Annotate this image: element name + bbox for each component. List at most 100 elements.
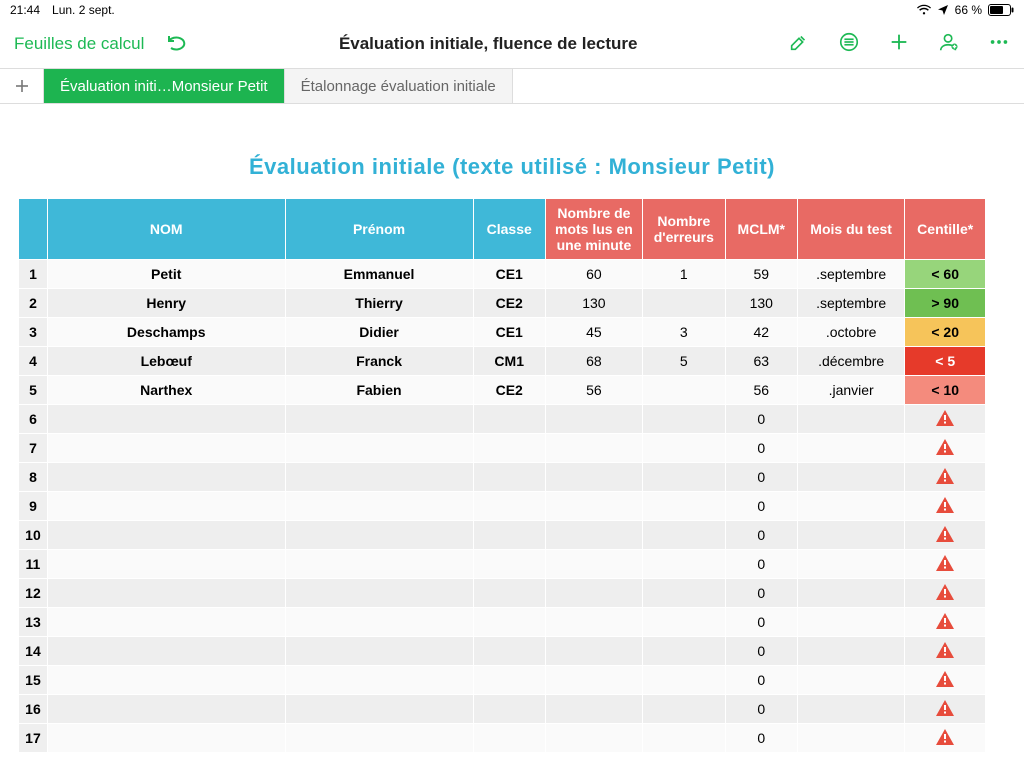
cell-mclm[interactable]: 0: [725, 666, 797, 695]
col-prenom[interactable]: Prénom: [285, 199, 473, 260]
cell-nom[interactable]: [47, 695, 285, 724]
cell-mots[interactable]: [545, 724, 642, 753]
tab-evaluation-initiale[interactable]: Évaluation initi…Monsieur Petit: [44, 69, 285, 103]
cell-err[interactable]: [642, 405, 725, 434]
cell-classe[interactable]: [473, 724, 545, 753]
cell-classe[interactable]: [473, 695, 545, 724]
cell-classe[interactable]: [473, 405, 545, 434]
cell-prenom[interactable]: [285, 463, 473, 492]
cell-mots[interactable]: 45: [545, 318, 642, 347]
cell-centille[interactable]: [905, 637, 986, 666]
row-index[interactable]: 14: [19, 637, 48, 666]
cell-prenom[interactable]: [285, 637, 473, 666]
cell-mois[interactable]: [797, 405, 904, 434]
cell-err[interactable]: [642, 492, 725, 521]
row-index[interactable]: 9: [19, 492, 48, 521]
row-index[interactable]: 15: [19, 666, 48, 695]
row-index[interactable]: 5: [19, 376, 48, 405]
cell-nom[interactable]: [47, 434, 285, 463]
cell-mois[interactable]: [797, 666, 904, 695]
cell-centille[interactable]: < 5: [905, 347, 986, 376]
cell-nom[interactable]: Narthex: [47, 376, 285, 405]
cell-nom[interactable]: [47, 637, 285, 666]
cell-mclm[interactable]: 0: [725, 695, 797, 724]
cell-nom[interactable]: Deschamps: [47, 318, 285, 347]
cell-classe[interactable]: [473, 666, 545, 695]
cell-prenom[interactable]: [285, 521, 473, 550]
cell-prenom[interactable]: [285, 492, 473, 521]
col-mois[interactable]: Mois du test: [797, 199, 904, 260]
table-row[interactable]: 15 0: [19, 666, 986, 695]
cell-mclm[interactable]: 0: [725, 521, 797, 550]
cell-nom[interactable]: [47, 405, 285, 434]
table-row[interactable]: 60: [19, 405, 986, 434]
cell-mots[interactable]: 130: [545, 289, 642, 318]
cell-mots[interactable]: [545, 637, 642, 666]
cell-classe[interactable]: CM1: [473, 347, 545, 376]
cell-mclm[interactable]: 130: [725, 289, 797, 318]
cell-mclm[interactable]: 0: [725, 405, 797, 434]
cell-mclm[interactable]: 63: [725, 347, 797, 376]
row-index[interactable]: 13: [19, 608, 48, 637]
cell-prenom[interactable]: Franck: [285, 347, 473, 376]
cell-mclm[interactable]: 0: [725, 608, 797, 637]
cell-prenom[interactable]: Didier: [285, 318, 473, 347]
cell-err[interactable]: [642, 637, 725, 666]
cell-err[interactable]: [642, 666, 725, 695]
cell-centille[interactable]: [905, 695, 986, 724]
cell-mois[interactable]: [797, 492, 904, 521]
cell-mclm[interactable]: 59: [725, 260, 797, 289]
cell-centille[interactable]: [905, 724, 986, 753]
cell-centille[interactable]: [905, 492, 986, 521]
cell-err[interactable]: [642, 724, 725, 753]
cell-err[interactable]: [642, 608, 725, 637]
cell-prenom[interactable]: [285, 695, 473, 724]
col-nom[interactable]: NOM: [47, 199, 285, 260]
cell-mois[interactable]: .décembre: [797, 347, 904, 376]
cell-mots[interactable]: 68: [545, 347, 642, 376]
cell-nom[interactable]: Petit: [47, 260, 285, 289]
cell-err[interactable]: [642, 376, 725, 405]
cell-nom[interactable]: [47, 666, 285, 695]
cell-err[interactable]: 5: [642, 347, 725, 376]
cell-mclm[interactable]: 0: [725, 492, 797, 521]
cell-prenom[interactable]: [285, 550, 473, 579]
cell-mclm[interactable]: 42: [725, 318, 797, 347]
cell-mois[interactable]: [797, 434, 904, 463]
cell-mclm[interactable]: 56: [725, 376, 797, 405]
data-table[interactable]: NOM Prénom Classe Nombre de mots lus en …: [18, 198, 986, 753]
cell-prenom[interactable]: [285, 666, 473, 695]
cell-nom[interactable]: [47, 550, 285, 579]
cell-prenom[interactable]: [285, 405, 473, 434]
row-index[interactable]: 8: [19, 463, 48, 492]
col-mots[interactable]: Nombre de mots lus en une minute: [545, 199, 642, 260]
cell-mois[interactable]: .septembre: [797, 260, 904, 289]
cell-centille[interactable]: [905, 666, 986, 695]
row-index[interactable]: 10: [19, 521, 48, 550]
cell-mots[interactable]: [545, 550, 642, 579]
cell-mots[interactable]: 56: [545, 376, 642, 405]
col-erreurs[interactable]: Nombre d'erreurs: [642, 199, 725, 260]
cell-nom[interactable]: [47, 579, 285, 608]
add-icon[interactable]: [888, 31, 910, 58]
table-row[interactable]: 1PetitEmmanuelCE160159.septembre< 60: [19, 260, 986, 289]
format-icon[interactable]: [838, 31, 860, 58]
more-icon[interactable]: [988, 31, 1010, 58]
undo-icon[interactable]: [164, 32, 188, 57]
cell-classe[interactable]: CE1: [473, 260, 545, 289]
table-row[interactable]: 5NarthexFabienCE25656.janvier< 10: [19, 376, 986, 405]
table-row[interactable]: 170: [19, 724, 986, 753]
cell-centille[interactable]: < 60: [905, 260, 986, 289]
tab-etalonnage[interactable]: Étalonnage évaluation initiale: [285, 69, 513, 103]
row-index[interactable]: 3: [19, 318, 48, 347]
collaborate-icon[interactable]: [938, 31, 960, 58]
cell-nom[interactable]: Henry: [47, 289, 285, 318]
cell-classe[interactable]: CE1: [473, 318, 545, 347]
cell-mois[interactable]: .janvier: [797, 376, 904, 405]
cell-mots[interactable]: [545, 463, 642, 492]
table-row[interactable]: 4LebœufFranckCM168563.décembre< 5: [19, 347, 986, 376]
row-index[interactable]: 11: [19, 550, 48, 579]
col-centille[interactable]: Centille*: [905, 199, 986, 260]
cell-prenom[interactable]: Emmanuel: [285, 260, 473, 289]
cell-mois[interactable]: [797, 637, 904, 666]
